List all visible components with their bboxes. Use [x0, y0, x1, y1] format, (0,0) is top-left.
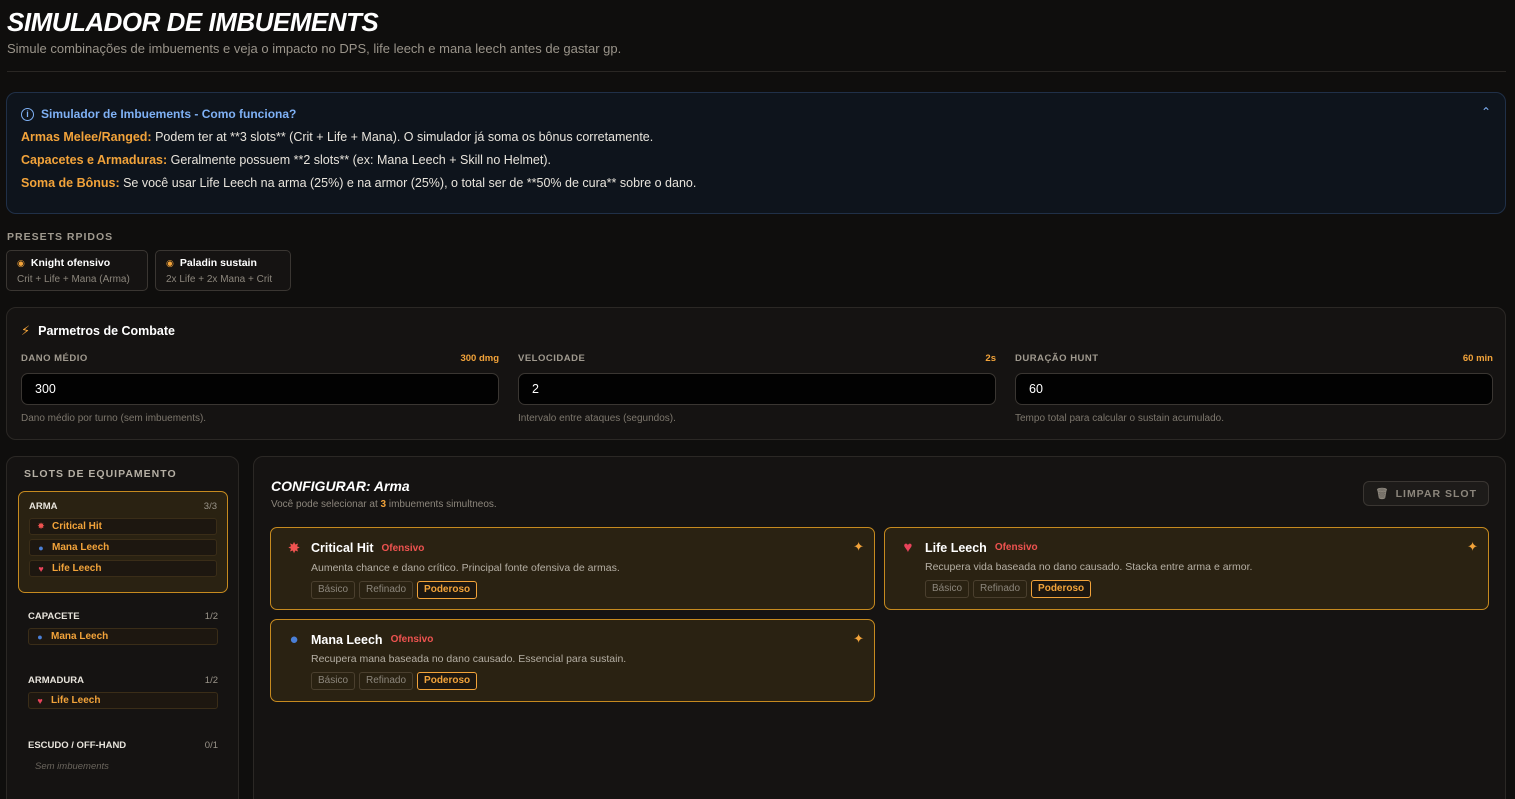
- page-subtitle: Simule combinações de imbuements e veja …: [7, 41, 622, 56]
- tier-basico[interactable]: Básico: [311, 581, 356, 599]
- bolt-icon: ⚡︎: [21, 323, 31, 338]
- page-title: SIMULADOR DE IMBUEMENTS: [7, 7, 379, 37]
- param-velocidade: VELOCIDADE 2s 2 Intervalo entre ataques (…: [518, 353, 996, 424]
- tier-basico[interactable]: Básico: [925, 580, 970, 598]
- trash-icon: 🗑︎: [1375, 488, 1390, 500]
- orb-icon: ●: [289, 631, 299, 648]
- chevron-up-icon[interactable]: ⌃: [1481, 105, 1491, 119]
- gem-icon: ◉: [17, 257, 25, 268]
- config-subtitle: Você pode selecionar at 3 imbuements sim…: [271, 499, 497, 510]
- slot-chip: ● Mana Leech: [28, 628, 218, 645]
- info-icon: i: [21, 107, 34, 121]
- slot-chip: ♥ Life Leech: [29, 560, 217, 577]
- info-accordion-header[interactable]: i Simulador de Imbuements - Como funcion…: [21, 107, 1491, 121]
- divider: [7, 71, 1506, 72]
- slot-escudo[interactable]: ESCUDO / OFF-HAND 0/1 Sem imbuements: [18, 731, 228, 781]
- preset-paladin-sustain[interactable]: ◉ Paladin sustain 2x Life + 2x Mana + Cri…: [155, 250, 291, 291]
- config-panel: CONFIGURAR: Arma Você pode selecionar at…: [253, 456, 1506, 799]
- velocidade-input[interactable]: 2: [518, 373, 996, 405]
- heart-icon: ♥: [903, 539, 913, 556]
- info-title: Simulador de Imbuements - Como funciona?: [41, 107, 297, 121]
- combat-params-panel: ⚡︎ Parmetros de Combate DANO MÉDIO 300 dm…: [6, 307, 1506, 440]
- imbue-card-life-leech[interactable]: ♥ Life Leech Ofensivo Recupera vida base…: [884, 527, 1489, 610]
- info-line: Armas Melee/Ranged: Podem ter at **3 slo…: [21, 130, 654, 144]
- tier-refinado[interactable]: Refinado: [973, 580, 1028, 598]
- imbue-card-mana-leech[interactable]: ● Mana Leech Ofensivo Recupera mana base…: [270, 619, 875, 702]
- info-line: Soma de Bônus: Se você usar Life Leech n…: [21, 176, 697, 190]
- tier-refinado[interactable]: Refinado: [359, 581, 414, 599]
- dano-medio-input[interactable]: 300: [21, 373, 499, 405]
- tier-basico[interactable]: Básico: [311, 672, 356, 690]
- sparkle-icon: ✦: [853, 631, 864, 646]
- slot-capacete[interactable]: CAPACETE 1/2 ● Mana Leech: [18, 602, 228, 654]
- preset-knight-ofensivo[interactable]: ◉ Knight ofensivo Crit + Life + Mana (Arm…: [6, 250, 148, 291]
- heart-icon: ♥: [38, 563, 44, 574]
- presets-label: PRESETS RPIDOS: [7, 231, 114, 243]
- slot-arma[interactable]: ARMA 3/3 ✸ Critical Hit ● Mana Leech ♥ Life …: [18, 491, 228, 593]
- tier-poderoso[interactable]: Poderoso: [417, 581, 478, 599]
- config-title: CONFIGURAR: Arma: [271, 478, 410, 494]
- orb-icon: ●: [37, 631, 43, 642]
- page-header: SIMULADOR DE IMBUEMENTS Simule combinaçõ…: [7, 6, 1507, 56]
- clear-slot-button[interactable]: 🗑︎ LIMPAR SLOT: [1363, 481, 1489, 506]
- orb-icon: ●: [38, 542, 44, 553]
- gem-icon: ◉: [166, 257, 174, 268]
- slot-armadura[interactable]: ARMADURA 1/2 ♥ Life Leech: [18, 666, 228, 718]
- info-accordion: i Simulador de Imbuements - Como funcion…: [6, 92, 1506, 214]
- param-duracao-hunt: DURAÇÃO HUNT 60 min 60 Tempo total para c…: [1015, 353, 1493, 424]
- slot-chip: ● Mana Leech: [29, 539, 217, 556]
- tier-poderoso[interactable]: Poderoso: [417, 672, 478, 690]
- tier-refinado[interactable]: Refinado: [359, 672, 414, 690]
- params-header: ⚡︎ Parmetros de Combate: [21, 323, 175, 338]
- param-dano-medio: DANO MÉDIO 300 dmg 300 Dano médio por tur…: [21, 353, 499, 424]
- slots-panel: SLOTS DE EQUIPAMENTO ARMA 3/3 ✸ Critical H…: [6, 456, 239, 799]
- duracao-hunt-input[interactable]: 60: [1015, 373, 1493, 405]
- sparkle-icon: ✦: [853, 539, 864, 554]
- slot-chip: ♥ Life Leech: [28, 692, 218, 709]
- info-line: Capacetes e Armaduras: Geralmente possue…: [21, 153, 551, 167]
- sparkle-icon: ✦: [1467, 539, 1478, 554]
- slot-chip: ✸ Critical Hit: [29, 518, 217, 535]
- burst-icon: ✸: [287, 540, 301, 557]
- imbue-card-critical-hit[interactable]: ✸ Critical Hit Ofensivo Aumenta chance e…: [270, 527, 875, 610]
- tier-poderoso[interactable]: Poderoso: [1031, 580, 1092, 598]
- burst-icon: ✸: [37, 521, 45, 531]
- heart-icon: ♥: [37, 695, 43, 706]
